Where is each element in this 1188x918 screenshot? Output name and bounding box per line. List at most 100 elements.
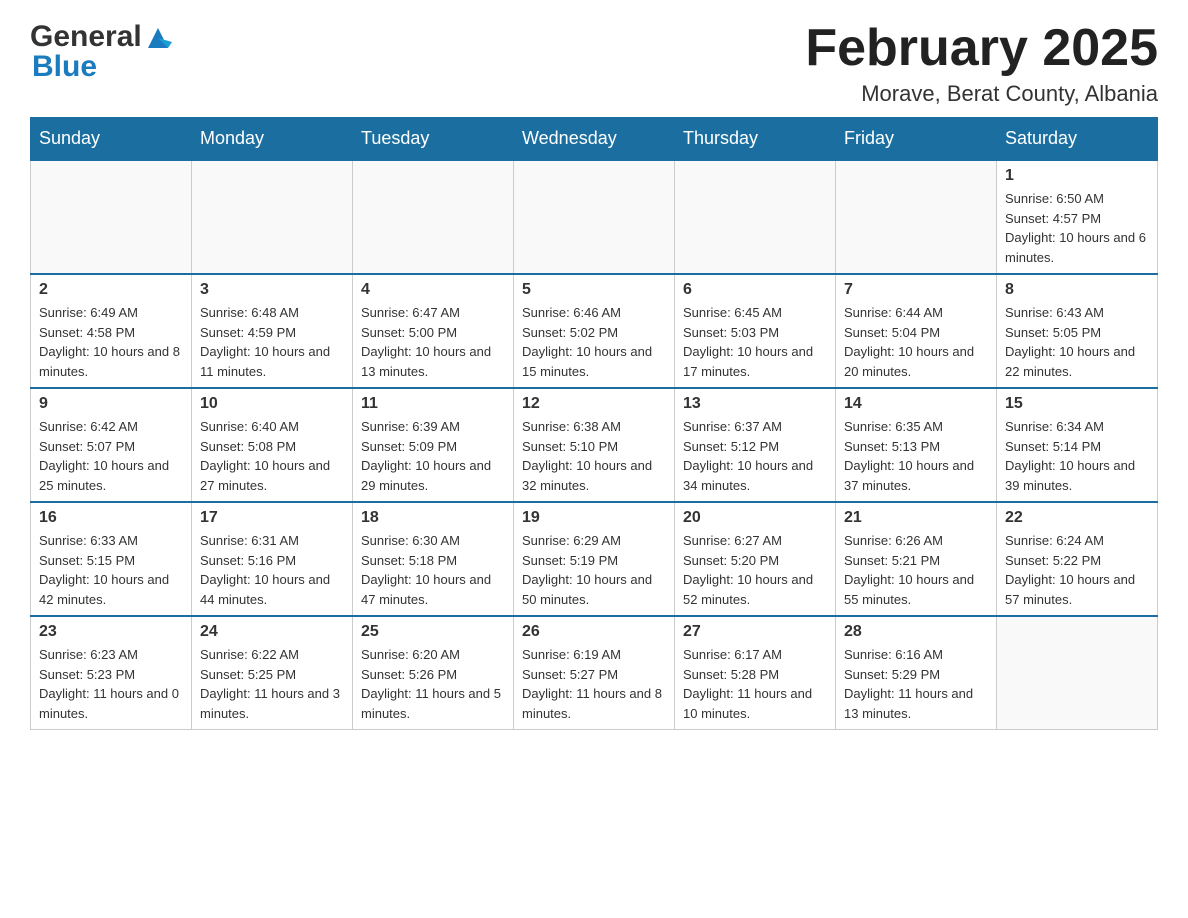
calendar-cell [31,160,192,274]
day-info: Sunrise: 6:50 AM Sunset: 4:57 PM Dayligh… [1005,189,1149,267]
day-number: 10 [200,395,344,413]
day-number: 19 [522,509,666,527]
calendar-cell: 12 Sunrise: 6:38 AM Sunset: 5:10 PM Dayli… [514,388,675,502]
calendar-cell: 9 Sunrise: 6:42 AM Sunset: 5:07 PM Daylig… [31,388,192,502]
day-number: 6 [683,281,827,299]
calendar-cell: 4 Sunrise: 6:47 AM Sunset: 5:00 PM Daylig… [353,274,514,388]
day-number: 18 [361,509,505,527]
calendar-week-row: 2 Sunrise: 6:49 AM Sunset: 4:58 PM Daylig… [31,274,1158,388]
day-number: 22 [1005,509,1149,527]
calendar-cell: 15 Sunrise: 6:34 AM Sunset: 5:14 PM Dayli… [997,388,1158,502]
calendar-cell: 22 Sunrise: 6:24 AM Sunset: 5:22 PM Dayli… [997,502,1158,616]
calendar-header-row: SundayMondayTuesdayWednesdayThursdayFrid… [31,118,1158,161]
calendar-cell: 17 Sunrise: 6:31 AM Sunset: 5:16 PM Dayli… [192,502,353,616]
day-number: 17 [200,509,344,527]
day-info: Sunrise: 6:30 AM Sunset: 5:18 PM Dayligh… [361,531,505,609]
day-number: 3 [200,281,344,299]
day-number: 8 [1005,281,1149,299]
calendar-cell [514,160,675,274]
logo-general-text: General [30,20,142,54]
calendar-cell [836,160,997,274]
calendar-day-header: Tuesday [353,118,514,161]
calendar-cell: 8 Sunrise: 6:43 AM Sunset: 5:05 PM Daylig… [997,274,1158,388]
logo-blue-text: Blue [32,50,97,84]
day-info: Sunrise: 6:48 AM Sunset: 4:59 PM Dayligh… [200,303,344,381]
logo: General Blue [30,20,172,84]
logo-icon [144,24,172,52]
calendar-week-row: 1 Sunrise: 6:50 AM Sunset: 4:57 PM Daylig… [31,160,1158,274]
day-number: 20 [683,509,827,527]
calendar-week-row: 16 Sunrise: 6:33 AM Sunset: 5:15 PM Dayli… [31,502,1158,616]
day-number: 14 [844,395,988,413]
calendar-cell: 18 Sunrise: 6:30 AM Sunset: 5:18 PM Dayli… [353,502,514,616]
calendar-cell: 11Sunrise: 6:39 AM Sunset: 5:09 PM Dayli… [353,388,514,502]
day-info: Sunrise: 6:22 AM Sunset: 5:25 PM Dayligh… [200,645,344,723]
calendar-cell [353,160,514,274]
calendar-table: SundayMondayTuesdayWednesdayThursdayFrid… [30,117,1158,730]
day-info: Sunrise: 6:33 AM Sunset: 5:15 PM Dayligh… [39,531,183,609]
calendar-cell: 3 Sunrise: 6:48 AM Sunset: 4:59 PM Daylig… [192,274,353,388]
day-info: Sunrise: 6:35 AM Sunset: 5:13 PM Dayligh… [844,417,988,495]
calendar-day-header: Saturday [997,118,1158,161]
day-info: Sunrise: 6:24 AM Sunset: 5:22 PM Dayligh… [1005,531,1149,609]
day-info: Sunrise: 6:19 AM Sunset: 5:27 PM Dayligh… [522,645,666,723]
day-info: Sunrise: 6:23 AM Sunset: 5:23 PM Dayligh… [39,645,183,723]
day-number: 26 [522,623,666,641]
day-info: Sunrise: 6:17 AM Sunset: 5:28 PM Dayligh… [683,645,827,723]
calendar-cell: 27 Sunrise: 6:17 AM Sunset: 5:28 PM Dayli… [675,616,836,730]
day-number: 13 [683,395,827,413]
calendar-day-header: Friday [836,118,997,161]
month-title: February 2025 [805,20,1158,77]
day-info: Sunrise: 6:42 AM Sunset: 5:07 PM Dayligh… [39,417,183,495]
page-header: General Blue February 2025 Morave, Berat… [30,20,1158,107]
calendar-cell [675,160,836,274]
day-info: Sunrise: 6:44 AM Sunset: 5:04 PM Dayligh… [844,303,988,381]
calendar-cell: 19 Sunrise: 6:29 AM Sunset: 5:19 PM Dayli… [514,502,675,616]
day-number: 1 [1005,167,1149,185]
day-info: Sunrise: 6:26 AM Sunset: 5:21 PM Dayligh… [844,531,988,609]
calendar-cell: 26 Sunrise: 6:19 AM Sunset: 5:27 PM Dayli… [514,616,675,730]
day-info: Sunrise: 6:49 AM Sunset: 4:58 PM Dayligh… [39,303,183,381]
day-number: 28 [844,623,988,641]
day-info: Sunrise: 6:27 AM Sunset: 5:20 PM Dayligh… [683,531,827,609]
day-info: Sunrise: 6:34 AM Sunset: 5:14 PM Dayligh… [1005,417,1149,495]
day-info: Sunrise: 6:29 AM Sunset: 5:19 PM Dayligh… [522,531,666,609]
day-number: 4 [361,281,505,299]
calendar-cell: 24 Sunrise: 6:22 AM Sunset: 5:25 PM Dayli… [192,616,353,730]
location: Morave, Berat County, Albania [805,81,1158,107]
calendar-cell: 5Sunrise: 6:46 AM Sunset: 5:02 PM Daylig… [514,274,675,388]
calendar-day-header: Wednesday [514,118,675,161]
day-info: Sunrise: 6:43 AM Sunset: 5:05 PM Dayligh… [1005,303,1149,381]
calendar-cell: 28 Sunrise: 6:16 AM Sunset: 5:29 PM Dayli… [836,616,997,730]
calendar-cell: 6Sunrise: 6:45 AM Sunset: 5:03 PM Daylig… [675,274,836,388]
day-info: Sunrise: 6:38 AM Sunset: 5:10 PM Dayligh… [522,417,666,495]
day-info: Sunrise: 6:47 AM Sunset: 5:00 PM Dayligh… [361,303,505,381]
day-info: Sunrise: 6:37 AM Sunset: 5:12 PM Dayligh… [683,417,827,495]
day-number: 24 [200,623,344,641]
calendar-cell: 16 Sunrise: 6:33 AM Sunset: 5:15 PM Dayli… [31,502,192,616]
calendar-cell: 21 Sunrise: 6:26 AM Sunset: 5:21 PM Dayli… [836,502,997,616]
day-number: 15 [1005,395,1149,413]
calendar-cell: 13 Sunrise: 6:37 AM Sunset: 5:12 PM Dayli… [675,388,836,502]
day-number: 2 [39,281,183,299]
calendar-week-row: 9 Sunrise: 6:42 AM Sunset: 5:07 PM Daylig… [31,388,1158,502]
day-info: Sunrise: 6:31 AM Sunset: 5:16 PM Dayligh… [200,531,344,609]
calendar-cell: 10 Sunrise: 6:40 AM Sunset: 5:08 PM Dayli… [192,388,353,502]
calendar-cell [997,616,1158,730]
day-number: 27 [683,623,827,641]
day-number: 9 [39,395,183,413]
calendar-cell: 7 Sunrise: 6:44 AM Sunset: 5:04 PM Daylig… [836,274,997,388]
day-number: 23 [39,623,183,641]
day-number: 16 [39,509,183,527]
calendar-cell: 20 Sunrise: 6:27 AM Sunset: 5:20 PM Dayli… [675,502,836,616]
day-info: Sunrise: 6:40 AM Sunset: 5:08 PM Dayligh… [200,417,344,495]
day-info: Sunrise: 6:46 AM Sunset: 5:02 PM Dayligh… [522,303,666,381]
day-number: 12 [522,395,666,413]
day-info: Sunrise: 6:16 AM Sunset: 5:29 PM Dayligh… [844,645,988,723]
calendar-day-header: Sunday [31,118,192,161]
day-number: 21 [844,509,988,527]
calendar-week-row: 23 Sunrise: 6:23 AM Sunset: 5:23 PM Dayli… [31,616,1158,730]
calendar-day-header: Monday [192,118,353,161]
calendar-cell: 14 Sunrise: 6:35 AM Sunset: 5:13 PM Dayli… [836,388,997,502]
day-number: 7 [844,281,988,299]
